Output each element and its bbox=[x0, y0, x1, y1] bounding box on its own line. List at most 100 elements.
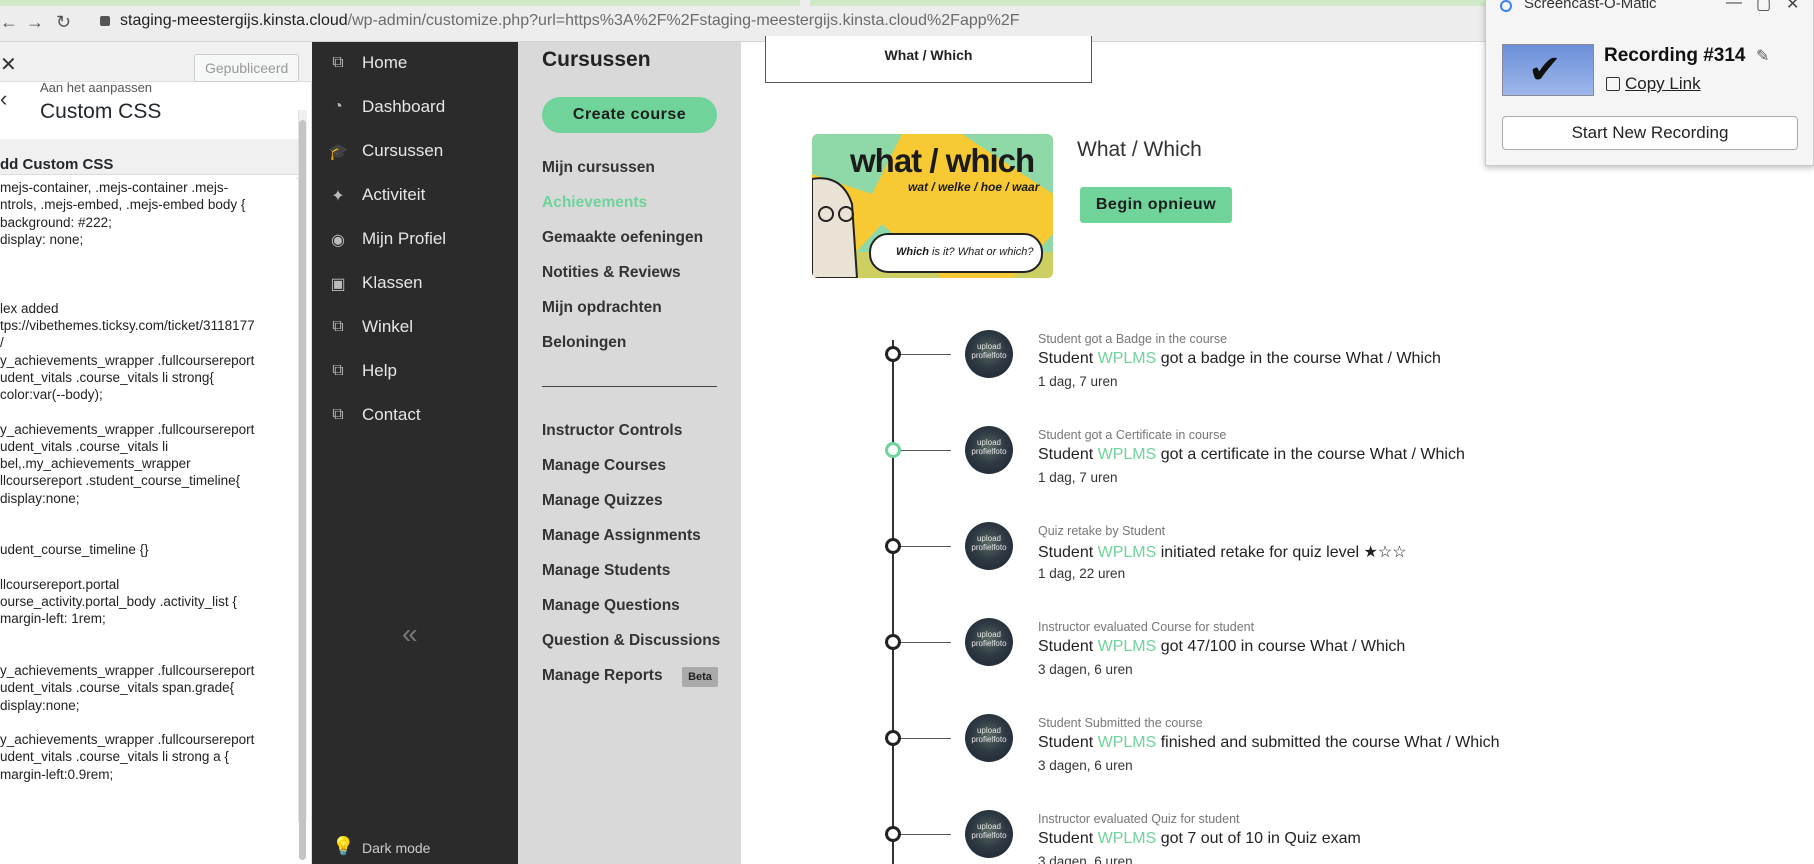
record-indicator-icon bbox=[1500, 0, 1512, 12]
course-image-headline: what / which bbox=[850, 142, 1035, 179]
instructor-menu-link[interactable]: Manage Assignments bbox=[542, 527, 701, 545]
course-menu-link[interactable]: Achievements bbox=[542, 194, 647, 212]
activity-text-after: got a badge in the course What / Which bbox=[1156, 350, 1441, 367]
avatar[interactable]: upload profielfoto bbox=[965, 714, 1013, 762]
activity-user-link[interactable]: WPLMS bbox=[1098, 734, 1157, 751]
instructor-menu-link[interactable]: Manage Courses bbox=[542, 457, 666, 475]
dark-mode-label: Dark mode bbox=[362, 840, 431, 856]
course-menu-link[interactable]: Mijn opdrachten bbox=[542, 299, 662, 317]
activity-user-link[interactable]: WPLMS bbox=[1098, 446, 1157, 463]
course-menu-link[interactable]: Mijn cursussen bbox=[542, 159, 655, 177]
reload-icon[interactable]: ↻ bbox=[56, 12, 71, 33]
activity-text-after: got 7 out of 10 in Quiz exam bbox=[1156, 830, 1361, 847]
browser-tab-strip-2 bbox=[810, 0, 1490, 6]
bubble-bold: Which bbox=[896, 246, 929, 258]
activity-text-before: Student bbox=[1038, 638, 1098, 655]
course-image[interactable]: what / which wat / welke / hoe / waar Wh… bbox=[812, 134, 1053, 278]
avatar[interactable]: upload profielfoto bbox=[965, 330, 1013, 378]
activity-time: 1 dag, 7 uren bbox=[1038, 470, 1118, 485]
restart-course-button[interactable]: Begin opnieuw bbox=[1080, 187, 1232, 223]
activity-time: 1 dag, 7 uren bbox=[1038, 374, 1118, 389]
avatar-placeholder-text: upload profielfoto bbox=[971, 630, 1007, 648]
minimize-icon[interactable]: — bbox=[1726, 0, 1742, 12]
css-code-line: display:none; bbox=[0, 697, 80, 713]
activity-time: 3 dagen, 6 uren bbox=[1038, 662, 1133, 677]
activity-time: 1 dag, 22 uren bbox=[1038, 566, 1126, 581]
activity-text: Student WPLMS got a badge in the course … bbox=[1038, 350, 1441, 368]
course-image-sub: wat / welke / hoe / waar bbox=[908, 180, 1040, 194]
activity-text-after: got 47/100 in course What / Which bbox=[1156, 638, 1406, 655]
url-path: /wp-admin/customize.php?url=https%3A%2F%… bbox=[347, 12, 1020, 29]
maximize-icon[interactable]: ▢ bbox=[1756, 0, 1771, 14]
sidebar-item-label: Winkel bbox=[362, 317, 414, 336]
back-chevron-icon[interactable]: ‹ bbox=[0, 86, 7, 112]
course-tab-label: What / Which bbox=[884, 47, 973, 63]
start-new-recording-button[interactable]: Start New Recording bbox=[1502, 116, 1798, 150]
sidebar-item-label: Home bbox=[362, 53, 408, 72]
activity-user-link[interactable]: WPLMS bbox=[1098, 350, 1157, 367]
customizer-title: Custom CSS bbox=[40, 100, 162, 123]
publish-button[interactable]: Gepubliceerd bbox=[194, 54, 300, 82]
back-arrow-icon[interactable]: ← bbox=[0, 12, 18, 33]
create-course-button[interactable]: Create course bbox=[542, 97, 717, 133]
forward-arrow-icon[interactable]: → bbox=[26, 12, 44, 33]
user-circle-icon: ◉ bbox=[331, 232, 345, 249]
activity-text-after: finished and submitted the course What /… bbox=[1156, 734, 1500, 751]
pencil-icon[interactable]: ✎ bbox=[1756, 46, 1769, 66]
sidebar-item[interactable]: ⧉ Help bbox=[312, 353, 518, 389]
close-icon[interactable]: ✕ bbox=[1786, 0, 1799, 14]
css-code-line: llcoursereport .student_course_timeline{ bbox=[0, 473, 241, 489]
double-chevron-left-icon[interactable]: « bbox=[402, 618, 418, 650]
instructor-menu-link[interactable]: Question & Discussions bbox=[542, 632, 720, 650]
sidebar-item[interactable]: ⧉ Contact bbox=[312, 397, 518, 433]
dark-mode-toggle[interactable]: 💡 Dark mode bbox=[322, 836, 502, 862]
avatar[interactable]: upload profielfoto bbox=[965, 618, 1013, 666]
sidebar-item[interactable]: ◔ Dashboard bbox=[312, 89, 518, 125]
activity-type: Student got a Certificate in course bbox=[1038, 428, 1227, 442]
course-menu-link[interactable]: Gemaakte oefeningen bbox=[542, 229, 703, 247]
activity-user-link[interactable]: WPLMS bbox=[1098, 638, 1157, 655]
activity-user-link[interactable]: WPLMS bbox=[1098, 830, 1157, 847]
close-icon[interactable]: ✕ bbox=[0, 52, 17, 77]
sidebar-item-label: Help bbox=[362, 361, 397, 380]
timeline-connector bbox=[901, 834, 951, 835]
instructor-menu-link: Instructor Controls bbox=[542, 422, 683, 439]
css-editor[interactable]: mejs-container, .mejs-container .mejs-nt… bbox=[0, 178, 296, 822]
lightbulb-icon: 💡 bbox=[332, 836, 355, 856]
sidebar-item[interactable]: ◉ Mijn Profiel bbox=[312, 221, 518, 257]
copy-link[interactable]: Copy Link bbox=[1625, 74, 1701, 94]
css-code-line: udent_vitals .course_vitals li strong{ bbox=[0, 369, 214, 385]
css-code-line: llcoursereport.portal bbox=[0, 576, 120, 592]
course-menu-link[interactable]: Notities & Reviews bbox=[542, 264, 681, 282]
timeline-dot bbox=[885, 346, 901, 362]
avatar-placeholder-text: upload profielfoto bbox=[971, 342, 1007, 360]
activity-text: Student WPLMS got 47/100 in course What … bbox=[1038, 638, 1405, 656]
instructor-menu-link[interactable]: Manage Questions bbox=[542, 597, 680, 615]
sidebar-item[interactable]: ✦ Activiteit bbox=[312, 177, 518, 213]
css-code-line: margin-left:0.9rem; bbox=[0, 766, 114, 782]
instructor-menu-link[interactable]: Manage Students bbox=[542, 562, 670, 580]
avatar[interactable]: upload profielfoto bbox=[965, 522, 1013, 570]
instructor-menu-link[interactable]: Manage Quizzes bbox=[542, 492, 663, 510]
activity-user-link[interactable]: WPLMS bbox=[1098, 544, 1157, 561]
instructor-menu-link[interactable]: Manage Reports bbox=[542, 667, 663, 685]
css-code-line: lex added bbox=[0, 300, 59, 316]
sidebar-item[interactable]: ⧉ Winkel bbox=[312, 309, 518, 345]
sidebar-item[interactable]: ▣ Klassen bbox=[312, 265, 518, 301]
activity-text-before: Student bbox=[1038, 446, 1098, 463]
customizer-scrollbar-thumb[interactable] bbox=[299, 120, 306, 860]
checkmark-icon: ✔ bbox=[1528, 48, 1562, 92]
avatar[interactable]: upload profielfoto bbox=[965, 426, 1013, 474]
sidebar-item-label: Mijn Profiel bbox=[362, 229, 447, 248]
sidebar-item[interactable]: ⧉ Home bbox=[312, 45, 518, 81]
avatar[interactable]: upload profielfoto bbox=[965, 810, 1013, 858]
css-code-line: display:none; bbox=[0, 490, 80, 506]
course-image-bubble: Which is it? What or which? bbox=[896, 246, 1034, 258]
sidebar-item[interactable]: 🎓 Cursussen bbox=[312, 133, 518, 169]
timeline-dot bbox=[885, 538, 901, 554]
timeline-connector bbox=[901, 642, 951, 643]
activity-text-before: Student bbox=[1038, 734, 1098, 751]
address-bar[interactable]: staging-meestergijs.kinsta.cloud/wp-admi… bbox=[120, 12, 1020, 30]
course-menu-link[interactable]: Beloningen bbox=[542, 334, 626, 352]
css-code-line: y_achievements_wrapper .fullcoursereport bbox=[0, 421, 255, 437]
